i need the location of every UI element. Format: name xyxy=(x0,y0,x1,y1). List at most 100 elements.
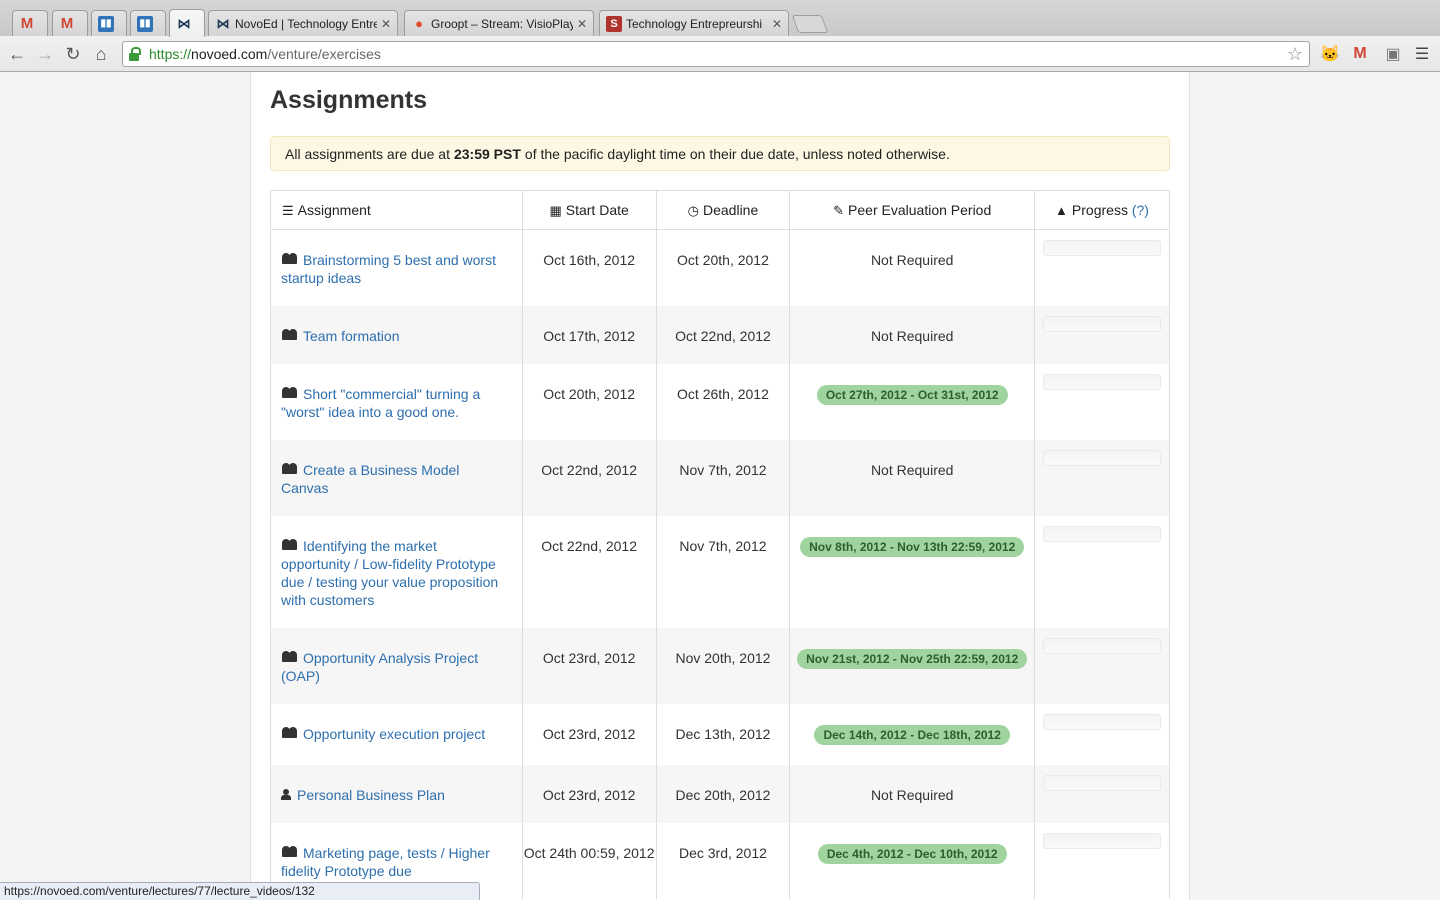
peer-eval-cell: Not Required xyxy=(789,764,1036,823)
peer-eval-badge: Dec 14th, 2012 - Dec 18th, 2012 xyxy=(814,724,1010,745)
header-progress: ▲ Progress (?) xyxy=(1034,190,1170,230)
peer-eval-cell: Oct 27th, 2012 - Oct 31st, 2012 xyxy=(789,363,1036,440)
pencil-icon: ✎ xyxy=(833,202,845,218)
group-icon xyxy=(281,386,299,398)
progress-cell xyxy=(1034,703,1170,765)
group-icon xyxy=(281,650,299,662)
tab-trello-2[interactable]: ▮▮ xyxy=(130,10,166,36)
progress-help-link[interactable]: (?) xyxy=(1132,202,1149,218)
peer-eval-text: Not Required xyxy=(870,461,954,478)
address-bar[interactable]: https://novoed.com/venture/exercises ☆ xyxy=(122,41,1310,67)
trello-icon: ▮▮ xyxy=(137,15,153,32)
deadline-cell: Oct 26th, 2012 xyxy=(655,363,791,440)
reload-icon[interactable]: ↻ xyxy=(62,43,84,65)
assignment-link[interactable]: Marketing page, tests / Higher fidelity … xyxy=(281,845,490,879)
start-date-cell: Oct 16th, 2012 xyxy=(521,229,657,306)
octocat-extension-icon[interactable]: 🐱 xyxy=(1320,44,1340,64)
url-path: /venture/exercises xyxy=(267,46,381,62)
progress-bar xyxy=(1043,315,1161,332)
table-row: Create a Business Model Canvas Oct 22nd,… xyxy=(270,439,1170,516)
tab-close-icon[interactable]: ✕ xyxy=(577,17,587,31)
person-icon xyxy=(281,788,291,800)
new-tab-button[interactable] xyxy=(791,15,829,33)
peer-eval-badge: Nov 21st, 2012 - Nov 25th 22:59, 2012 xyxy=(797,648,1028,669)
tab-trello-1[interactable]: ▮▮ xyxy=(91,10,127,36)
tab-close-icon[interactable]: ✕ xyxy=(381,17,391,31)
progress-cell xyxy=(1034,305,1170,364)
back-arrow-icon[interactable]: ← xyxy=(6,43,28,65)
road-icon: ▲ xyxy=(1055,203,1068,218)
progress-bar xyxy=(1043,774,1161,791)
novoed-icon: ⋈ xyxy=(177,15,191,31)
notice-suffix: of the pacific daylight time on their du… xyxy=(524,145,950,162)
deadline-cell: Nov 7th, 2012 xyxy=(655,515,791,628)
tab-stanford[interactable]: S Technology Entrepreurshi ✕ xyxy=(599,10,789,36)
tab-groopt[interactable]: ● Groopt – Stream: VisioPlay ✕ xyxy=(404,10,594,36)
trello-icon: ▮▮ xyxy=(98,15,114,32)
assignment-link[interactable]: Opportunity execution project xyxy=(303,726,485,742)
assignment-link[interactable]: Personal Business Plan xyxy=(297,787,445,803)
url-host: novoed.com xyxy=(191,46,268,62)
peer-eval-cell: Dec 4th, 2012 - Dec 10th, 2012 xyxy=(789,822,1036,899)
assignment-link[interactable]: Brainstorming 5 best and worst startup i… xyxy=(281,252,496,286)
page-title: Assignments xyxy=(270,86,427,114)
start-date-cell: Oct 24th 00:59, 2012 xyxy=(521,822,657,899)
deadline-cell: Dec 3rd, 2012 xyxy=(655,822,791,899)
peer-eval-cell: Nov 21st, 2012 - Nov 25th 22:59, 2012 xyxy=(789,627,1036,704)
group-icon xyxy=(281,253,299,264)
tab-gmail-1[interactable]: M xyxy=(12,10,48,36)
assignment-link[interactable]: Opportunity Analysis Project (OAP) xyxy=(281,650,478,684)
list-icon: ☰ xyxy=(282,202,294,218)
header-label: Deadline xyxy=(702,201,759,218)
calendar-icon: ▦ xyxy=(549,202,562,218)
peer-eval-cell: Not Required xyxy=(789,439,1036,516)
assignment-cell: Identifying the market opportunity / Low… xyxy=(270,515,523,628)
assignment-link[interactable]: Identifying the market opportunity / Low… xyxy=(281,538,498,608)
notice-prefix: All assignments are due at xyxy=(285,145,450,162)
tab-title: Technology Entrepreurshi xyxy=(626,16,763,31)
cast-extension-icon[interactable]: ▣ xyxy=(1383,44,1403,64)
deadline-cell: Oct 22nd, 2012 xyxy=(655,305,791,364)
bookmark-star-icon[interactable]: ☆ xyxy=(1287,44,1303,65)
tab-novoed[interactable]: ⋈ NovoEd | Technology Entre ✕ xyxy=(208,10,398,36)
progress-cell xyxy=(1034,764,1170,823)
link-status-bar: https://novoed.com/venture/lectures/77/l… xyxy=(0,882,480,900)
groopt-icon: ● xyxy=(415,16,423,31)
header-peer-eval: ✎ Peer Evaluation Period xyxy=(789,190,1036,230)
assignment-link[interactable]: Create a Business Model Canvas xyxy=(281,462,459,496)
forward-arrow-icon[interactable]: → xyxy=(34,43,56,65)
table-row: Personal Business Plan Oct 23rd, 2012 De… xyxy=(270,764,1170,823)
group-icon xyxy=(281,328,299,340)
peer-eval-text: Not Required xyxy=(870,786,954,803)
home-icon[interactable]: ⌂ xyxy=(90,43,112,65)
gmail-extension-icon[interactable]: M xyxy=(1350,44,1370,64)
deadline-cell: Oct 20th, 2012 xyxy=(655,229,791,306)
assignment-cell: Team formation xyxy=(270,305,523,364)
tab-close-icon[interactable]: ✕ xyxy=(772,17,782,31)
header-assignment: ☰ Assignment xyxy=(270,190,523,230)
group-icon xyxy=(281,845,299,857)
group-icon xyxy=(281,462,299,474)
assignment-cell: Create a Business Model Canvas xyxy=(270,439,523,516)
header-label: Progress xyxy=(1071,202,1128,218)
table-row: Short "commercial" turning a "worst" ide… xyxy=(270,363,1170,440)
tab-gmail-2[interactable]: M xyxy=(52,10,88,36)
tab-title: NovoEd | Technology Entre xyxy=(235,16,377,31)
assignment-link[interactable]: Team formation xyxy=(303,328,399,344)
progress-bar xyxy=(1043,525,1161,542)
menu-icon[interactable]: ☰ xyxy=(1412,44,1432,64)
table-row: Identifying the market opportunity / Low… xyxy=(270,515,1170,628)
notice-time: 23:59 PST xyxy=(453,145,521,162)
due-time-notice: All assignments are due at 23:59 PST of … xyxy=(270,136,1170,171)
assignment-link[interactable]: Short "commercial" turning a "worst" ide… xyxy=(281,386,480,420)
progress-cell xyxy=(1034,822,1170,899)
start-date-cell: Oct 20th, 2012 xyxy=(521,363,657,440)
table-row: Brainstorming 5 best and worst startup i… xyxy=(270,229,1170,306)
tab-title: Groopt – Stream: VisioPlay xyxy=(431,16,573,31)
assignment-cell: Brainstorming 5 best and worst startup i… xyxy=(270,229,523,306)
deadline-cell: Nov 7th, 2012 xyxy=(655,439,791,516)
gmail-icon: M xyxy=(20,15,34,32)
header-label: Peer Evaluation Period xyxy=(848,201,992,218)
group-icon xyxy=(281,726,299,738)
tab-novoed-active[interactable]: ⋈ xyxy=(169,9,205,37)
